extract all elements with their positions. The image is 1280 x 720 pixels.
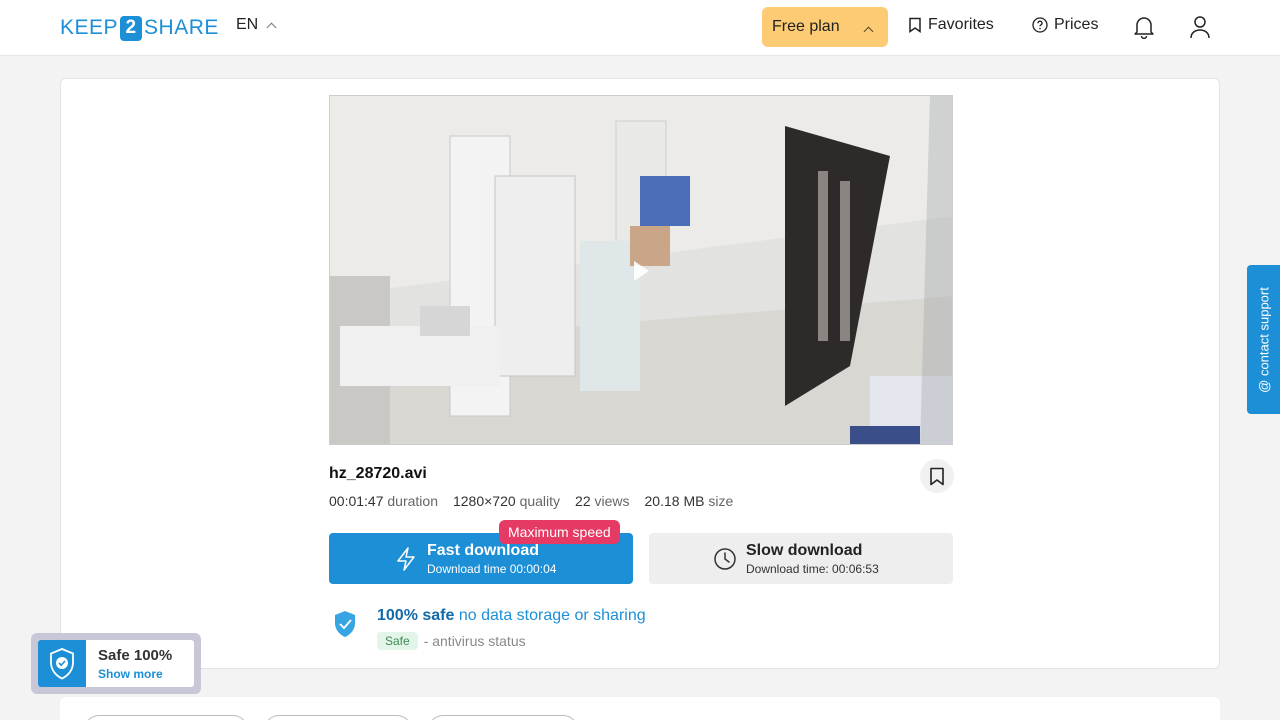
- meta-views: 22 views: [575, 493, 629, 509]
- contact-support-tab[interactable]: @ contact support: [1247, 265, 1280, 414]
- chevron-up-icon: [266, 22, 277, 32]
- safe-widget-icon-box: [38, 640, 86, 687]
- logo-text-right: SHARE: [144, 16, 219, 39]
- safe-widget-body: Safe 100% Show more: [38, 640, 194, 687]
- file-card: hz_28720.avi 00:01:47 duration 1280×720 …: [60, 78, 1220, 669]
- antivirus-status: Safe - antivirus status: [377, 632, 526, 650]
- video-player[interactable]: [329, 95, 953, 445]
- duration-label: duration: [387, 493, 438, 509]
- logo-text-left: KEEP: [60, 16, 119, 39]
- user-icon: [1190, 16, 1210, 39]
- meta-size: 20.18 MB size: [645, 493, 734, 509]
- top-header: KEEP 2 SHARE EN Free plan Favorites Pric…: [0, 0, 1280, 56]
- chevron-up-icon: [863, 26, 874, 37]
- play-icon[interactable]: [634, 261, 649, 281]
- safety-statement: 100% safe no data storage or sharing: [377, 607, 646, 625]
- notifications-button[interactable]: [1132, 14, 1156, 40]
- meta-quality: 1280×720 quality: [453, 493, 560, 509]
- safe-badge: Safe: [377, 632, 418, 650]
- bookmark-icon: [930, 467, 944, 485]
- fast-download-title: Fast download: [427, 542, 539, 559]
- bookmark-icon: [909, 17, 921, 33]
- views-value: 22: [575, 493, 591, 509]
- meta-duration: 00:01:47 duration: [329, 493, 438, 509]
- file-name: hz_28720.avi: [329, 465, 427, 482]
- help-circle-icon: [1032, 17, 1048, 33]
- favorites-link[interactable]: Favorites: [908, 16, 994, 34]
- prices-label: Prices: [1054, 16, 1099, 33]
- slow-download-button[interactable]: Slow download Download time: 00:06:53: [649, 533, 953, 584]
- favorites-label: Favorites: [928, 16, 994, 33]
- size-value: 20.18 MB: [644, 493, 705, 509]
- clock-icon: [714, 548, 736, 570]
- language-selector[interactable]: EN: [236, 16, 277, 34]
- lightning-icon: [397, 547, 415, 571]
- show-more-link[interactable]: Show more: [98, 667, 163, 681]
- related-card: [60, 697, 1220, 720]
- shield-check-icon: [50, 647, 74, 679]
- plan-dropdown[interactable]: Free plan: [762, 7, 888, 47]
- views-label: views: [594, 493, 630, 509]
- site-logo[interactable]: KEEP 2 SHARE: [60, 14, 219, 42]
- slow-download-title: Slow download: [746, 542, 863, 559]
- quality-label: quality: [519, 493, 561, 509]
- fast-download-time: Download time 00:00:04: [427, 562, 557, 576]
- safety-text: no data storage or sharing: [458, 607, 646, 624]
- plan-label: Free plan: [772, 18, 840, 35]
- contact-support-label: @ contact support: [1256, 286, 1271, 393]
- safe-widget[interactable]: Safe 100% Show more: [31, 633, 201, 694]
- safety-strong: 100% safe: [377, 607, 455, 624]
- quality-value: 1280×720: [452, 493, 516, 509]
- tab-chip[interactable]: [428, 715, 578, 720]
- size-label: size: [708, 493, 734, 509]
- duration-value: 00:01:47: [329, 493, 384, 509]
- file-meta: 00:01:47 duration 1280×720 quality 22 vi…: [329, 493, 733, 509]
- max-speed-badge: Maximum speed: [499, 520, 620, 544]
- safe-widget-title: Safe 100%: [98, 647, 173, 664]
- profile-button[interactable]: [1188, 14, 1212, 40]
- prices-link[interactable]: Prices: [1032, 16, 1098, 34]
- logo-badge: 2: [120, 15, 143, 41]
- shield-check-icon: [335, 611, 355, 637]
- bell-icon: [1134, 17, 1154, 39]
- language-label: EN: [236, 16, 259, 33]
- tab-chip[interactable]: [84, 715, 248, 720]
- tab-chip[interactable]: [264, 715, 412, 720]
- slow-download-time: Download time: 00:06:53: [746, 562, 879, 576]
- bookmark-button[interactable]: [920, 459, 954, 493]
- antivirus-label: - antivirus status: [423, 633, 526, 649]
